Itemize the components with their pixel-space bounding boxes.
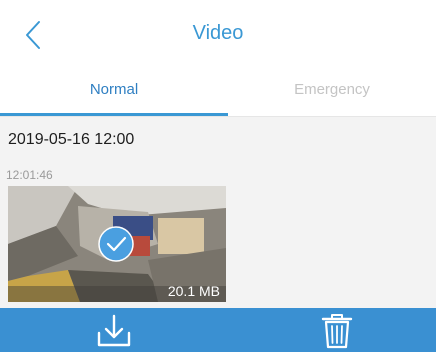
clip-time: 12:01:46 <box>6 168 53 182</box>
tab-bar: Normal Emergency <box>0 70 436 117</box>
checkmark-circle-icon <box>98 226 134 262</box>
group-date-heading: 2019-05-16 12:00 <box>8 131 135 148</box>
file-size-label: 20.1 MB <box>167 283 220 299</box>
page-title: Video <box>192 22 244 44</box>
header-bar: Video <box>0 0 436 70</box>
download-button[interactable] <box>94 312 134 350</box>
trash-icon <box>321 314 353 349</box>
video-thumbnail[interactable]: 20.1 MB <box>8 186 226 302</box>
video-list: 2019-05-16 12:00 12:01:46 20.1 MB <box>0 117 436 308</box>
delete-button[interactable] <box>317 312 357 350</box>
tab-emergency[interactable]: Emergency <box>228 70 436 116</box>
tab-emergency-label: Emergency <box>294 81 370 98</box>
bottom-toolbar <box>0 308 436 352</box>
tab-normal-label: Normal <box>89 81 139 98</box>
tab-normal[interactable]: Normal <box>0 70 228 116</box>
download-icon <box>97 314 131 347</box>
active-tab-indicator <box>0 113 228 116</box>
